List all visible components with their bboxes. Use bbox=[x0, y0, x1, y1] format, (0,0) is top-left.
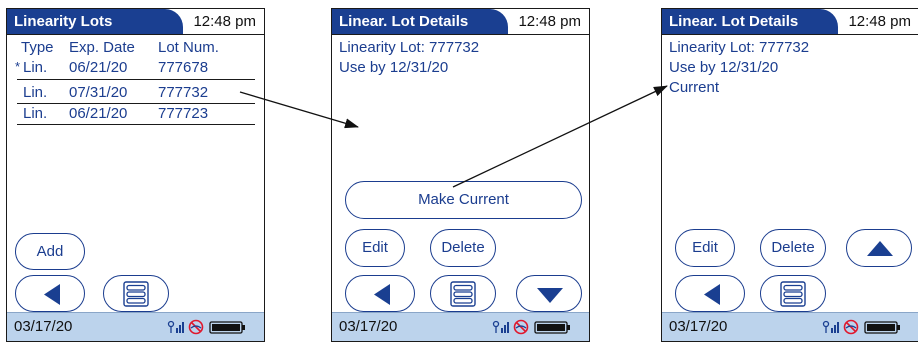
menu-button[interactable] bbox=[430, 275, 496, 312]
back-arrow-icon bbox=[44, 284, 60, 305]
linearity-lots-screen: Linearity Lots 12:48 pm Type Exp. Date L… bbox=[6, 8, 265, 342]
row-exp-date: 06/21/20 bbox=[69, 59, 128, 76]
row-exp-date: 06/21/20 bbox=[69, 105, 128, 122]
signal-icon bbox=[492, 320, 509, 333]
back-button[interactable] bbox=[345, 275, 415, 312]
row-lot-num: 777723 bbox=[158, 105, 209, 122]
row-lot-num: 777678 bbox=[158, 59, 209, 76]
lot-number-text: Linearity Lot: 777732 bbox=[339, 39, 480, 56]
row-divider bbox=[17, 79, 255, 80]
scroll-up-button[interactable] bbox=[846, 229, 912, 267]
screen-title: Linearity Lots bbox=[7, 9, 183, 34]
menu-button[interactable] bbox=[760, 275, 826, 312]
column-header-lot-num: Lot Num. bbox=[158, 39, 219, 56]
lot-number-text: Linearity Lot: 777732 bbox=[669, 39, 810, 56]
wifi-off-icon bbox=[843, 319, 859, 335]
row-exp-date: 07/31/20 bbox=[69, 84, 128, 101]
battery-icon bbox=[864, 321, 900, 334]
title-bar: Linear. Lot Details 12:48 pm bbox=[662, 9, 918, 35]
clock: 12:48 pm bbox=[848, 13, 911, 30]
column-header-type: Type bbox=[21, 39, 54, 56]
title-bar: Linear. Lot Details 12:48 pm bbox=[332, 9, 589, 35]
signal-icon bbox=[822, 320, 839, 333]
clock: 12:48 pm bbox=[193, 13, 256, 30]
delete-button[interactable]: Delete bbox=[760, 229, 826, 267]
row-type: Lin. bbox=[23, 105, 48, 122]
make-current-button[interactable]: Make Current bbox=[345, 181, 582, 219]
menu-button[interactable] bbox=[103, 275, 169, 312]
status-date: 03/17/20 bbox=[339, 318, 398, 335]
up-arrow-icon bbox=[867, 241, 893, 256]
use-by-text: Use by 12/31/20 bbox=[669, 59, 779, 76]
status-icons bbox=[167, 319, 245, 335]
use-by-text: Use by 12/31/20 bbox=[339, 59, 449, 76]
back-arrow-icon bbox=[704, 284, 720, 305]
status-bar: 03/17/20 bbox=[662, 312, 918, 341]
scroll-down-button[interactable] bbox=[516, 275, 582, 312]
back-button[interactable] bbox=[675, 275, 745, 312]
status-bar: 03/17/20 bbox=[332, 312, 589, 341]
status-icons bbox=[822, 319, 900, 335]
wifi-off-icon bbox=[513, 319, 529, 335]
clock: 12:48 pm bbox=[518, 13, 581, 30]
back-arrow-icon bbox=[374, 284, 390, 305]
row-divider bbox=[17, 103, 255, 104]
row-type: Lin. bbox=[23, 84, 48, 101]
wifi-off-icon bbox=[188, 319, 204, 335]
status-bar: 03/17/20 bbox=[7, 312, 264, 341]
title-bar: Linearity Lots 12:48 pm bbox=[7, 9, 264, 35]
edit-button[interactable]: Edit bbox=[675, 229, 735, 267]
menu-icon bbox=[780, 281, 806, 307]
delete-button[interactable]: Delete bbox=[430, 229, 496, 267]
lot-details-current-screen: Linear. Lot Details 12:48 pm Linearity L… bbox=[661, 8, 918, 342]
screen-title: Linear. Lot Details bbox=[332, 9, 508, 34]
status-date: 03/17/20 bbox=[14, 318, 73, 335]
current-status-text: Current bbox=[669, 79, 720, 96]
edit-button[interactable]: Edit bbox=[345, 229, 405, 267]
down-arrow-icon bbox=[537, 288, 563, 303]
status-date: 03/17/20 bbox=[669, 318, 728, 335]
current-lot-marker: * bbox=[15, 59, 21, 74]
row-divider bbox=[17, 124, 255, 125]
battery-icon bbox=[534, 321, 570, 334]
screen-title: Linear. Lot Details bbox=[662, 9, 838, 34]
menu-icon bbox=[123, 281, 149, 307]
add-button[interactable]: Add bbox=[15, 233, 85, 270]
row-type: Lin. bbox=[23, 59, 48, 76]
signal-icon bbox=[167, 320, 184, 333]
menu-icon bbox=[450, 281, 476, 307]
battery-icon bbox=[209, 321, 245, 334]
column-header-exp-date: Exp. Date bbox=[69, 39, 135, 56]
lot-details-screen: Linear. Lot Details 12:48 pm Linearity L… bbox=[331, 8, 590, 342]
status-icons bbox=[492, 319, 570, 335]
row-lot-num: 777732 bbox=[158, 84, 209, 101]
back-button[interactable] bbox=[15, 275, 85, 312]
